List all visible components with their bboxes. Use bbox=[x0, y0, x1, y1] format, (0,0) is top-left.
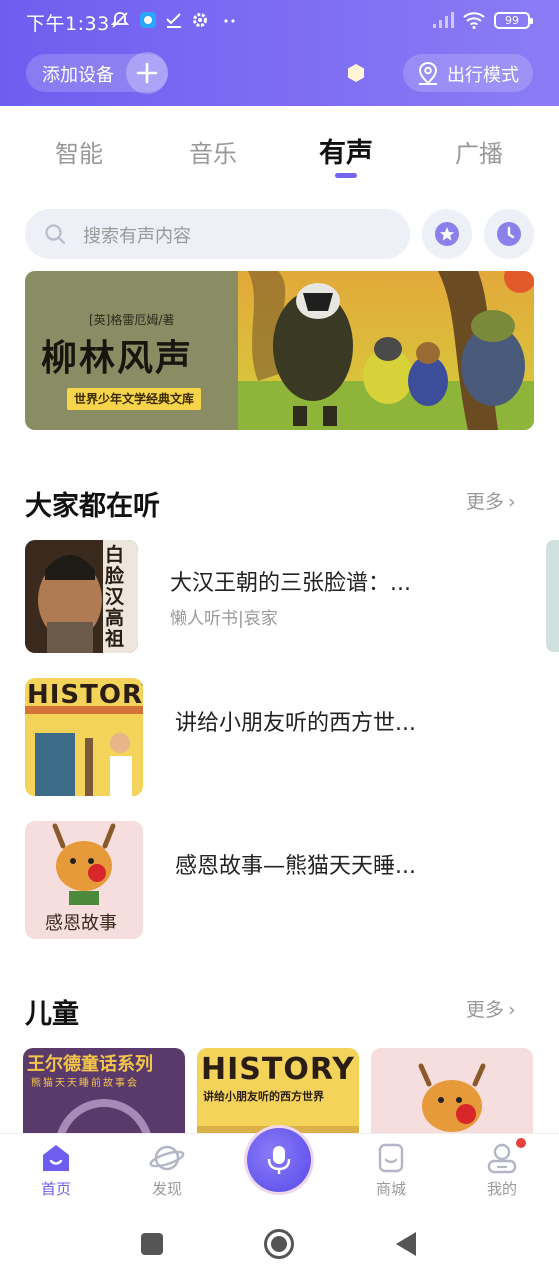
kids-more-link[interactable]: 更多 › bbox=[466, 995, 516, 1022]
nav-home-label: 首页 bbox=[40, 1180, 71, 1198]
kid-card-title: HISTORY bbox=[201, 1052, 356, 1087]
home-button-icon[interactable] bbox=[263, 1228, 295, 1260]
tab-radio[interactable]: 广播 bbox=[455, 134, 503, 169]
location-pin-icon bbox=[418, 61, 438, 85]
nav-profile[interactable]: 我的 bbox=[467, 1142, 537, 1199]
search-placeholder: 搜索有声内容 bbox=[83, 226, 191, 247]
banner-illustration bbox=[238, 271, 534, 430]
next-card-peek[interactable] bbox=[546, 540, 559, 652]
tab-smart[interactable]: 智能 bbox=[55, 134, 103, 169]
search-input[interactable]: 搜索有声内容 bbox=[25, 209, 410, 259]
task-check-icon bbox=[166, 13, 181, 28]
battery-indicator: 99 bbox=[494, 12, 533, 29]
search-icon bbox=[45, 224, 66, 245]
wifi-icon bbox=[463, 12, 485, 29]
mic-icon bbox=[267, 1146, 291, 1174]
list-item[interactable]: 白脸汉高祖 大汉王朝的三张脸谱：... 懒人听书|哀家 bbox=[25, 540, 525, 658]
system-nav-bar bbox=[0, 1215, 559, 1280]
banner-series: 世界少年文学经典文库 bbox=[67, 388, 202, 410]
more-dots-icon bbox=[224, 19, 235, 23]
kid-card-subtitle: 讲给小朋友听的西方世界 bbox=[203, 1090, 324, 1103]
planet-icon bbox=[149, 1145, 185, 1171]
cover-image: HISTORY bbox=[25, 678, 143, 796]
list-item[interactable]: 感恩故事 感恩故事—熊猫天天睡... bbox=[25, 821, 525, 939]
item-title: 讲给小朋友听的西方世... bbox=[175, 711, 416, 736]
more-label: 更多 bbox=[466, 491, 505, 513]
item-subtitle: 懒人听书|哀家 bbox=[170, 609, 278, 629]
nav-shop-label: 商城 bbox=[375, 1180, 406, 1198]
kid-card-subtitle: 熊猫天天睡前故事会 bbox=[31, 1078, 139, 1089]
kid-card-title: 王尔德童话系列 bbox=[27, 1054, 153, 1075]
featured-banner[interactable]: [英]格雷厄姆/著 柳林风声 世界少年文学经典文库 bbox=[25, 271, 534, 430]
bottom-nav: 首页 发现 商城 我的 bbox=[0, 1128, 559, 1215]
notification-badge bbox=[516, 1138, 526, 1148]
star-icon bbox=[435, 222, 459, 246]
tab-audio[interactable]: 有声 bbox=[319, 131, 373, 170]
nav-shop[interactable]: 商城 bbox=[356, 1142, 426, 1199]
clock-icon bbox=[497, 222, 521, 246]
history-button[interactable] bbox=[484, 209, 534, 259]
recent-apps-icon[interactable] bbox=[140, 1232, 164, 1256]
add-device-button[interactable]: 添加设备 bbox=[26, 52, 168, 94]
popular-more-link[interactable]: 更多 › bbox=[466, 487, 516, 514]
more-label: 更多 bbox=[466, 999, 505, 1021]
back-icon[interactable] bbox=[394, 1230, 418, 1258]
nav-profile-label: 我的 bbox=[486, 1180, 517, 1198]
cover-text: 白脸汉高祖 bbox=[105, 544, 125, 650]
mute-icon bbox=[110, 12, 130, 28]
nav-discover[interactable]: 发现 bbox=[132, 1142, 202, 1199]
cover-image: 白脸汉高祖 bbox=[25, 540, 138, 653]
status-bar: 下午1:33 99 bbox=[0, 0, 559, 42]
banner-book-cover: [英]格雷厄姆/著 柳林风声 世界少年文学经典文库 bbox=[25, 271, 238, 430]
shop-icon bbox=[378, 1143, 404, 1173]
kids-section-title: 儿童 bbox=[25, 999, 79, 1030]
status-time: 下午1:33 bbox=[26, 13, 110, 35]
popular-section-title: 大家都在听 bbox=[25, 491, 160, 522]
home-icon bbox=[43, 1145, 69, 1171]
favorites-button[interactable] bbox=[422, 209, 472, 259]
chevron-right-icon: › bbox=[508, 999, 516, 1021]
cover-text: HISTORY bbox=[27, 680, 143, 710]
signal-icon bbox=[433, 12, 454, 28]
cover-image: 感恩故事 bbox=[25, 821, 143, 939]
nav-discover-label: 发现 bbox=[151, 1180, 182, 1198]
chevron-right-icon: › bbox=[508, 491, 516, 513]
cover-text: 感恩故事 bbox=[45, 913, 117, 934]
profile-icon bbox=[487, 1143, 517, 1174]
tab-music[interactable]: 音乐 bbox=[189, 134, 237, 169]
list-item[interactable]: HISTORY 讲给小朋友听的西方世... bbox=[25, 678, 525, 796]
add-device-label: 添加设备 bbox=[42, 65, 114, 86]
travel-mode-button[interactable]: 出行模式 bbox=[403, 54, 533, 92]
app-notification-icon bbox=[140, 12, 156, 28]
voice-assistant-button[interactable] bbox=[247, 1128, 311, 1192]
plus-icon bbox=[126, 52, 168, 94]
banner-title: 柳林风声 bbox=[41, 338, 194, 379]
settings-gear-icon bbox=[193, 13, 207, 27]
item-title: 大汉王朝的三张脸谱：... bbox=[170, 571, 411, 596]
hexagon-icon[interactable] bbox=[346, 63, 366, 83]
nav-home[interactable]: 首页 bbox=[21, 1142, 91, 1199]
travel-mode-label: 出行模式 bbox=[447, 65, 519, 86]
banner-author: [英]格雷厄姆/著 bbox=[89, 313, 175, 327]
item-title: 感恩故事—熊猫天天睡... bbox=[175, 854, 416, 879]
tab-active-indicator bbox=[335, 173, 357, 178]
